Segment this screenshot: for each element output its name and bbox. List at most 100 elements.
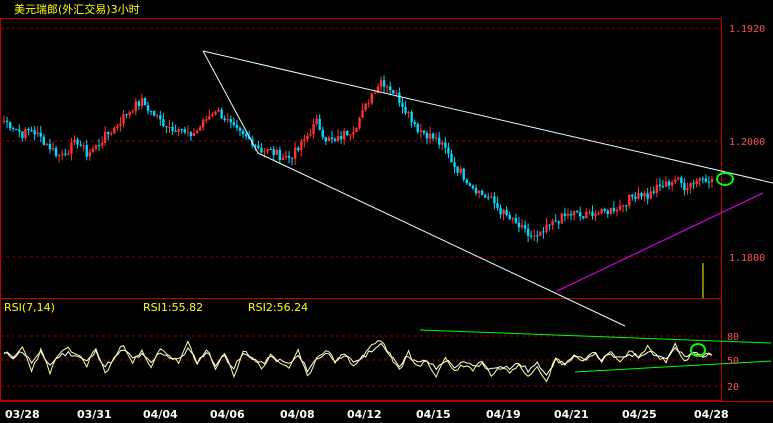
candle-down xyxy=(499,207,502,215)
rsi1-value-label: RSI1:55.82 xyxy=(143,301,203,314)
candle-up xyxy=(103,131,107,143)
upper-trendline xyxy=(202,50,773,184)
candle-up xyxy=(198,127,202,131)
candle-up xyxy=(91,148,95,153)
candle-up xyxy=(2,120,6,122)
candle-down xyxy=(8,122,12,129)
candle-down xyxy=(321,129,324,138)
candle-up xyxy=(293,147,297,159)
candle-up xyxy=(134,101,137,112)
candle-up xyxy=(361,110,364,118)
candle-up xyxy=(208,116,211,120)
candle-up xyxy=(306,135,309,140)
candle-up xyxy=(600,208,603,214)
candle-up xyxy=(428,133,432,139)
candle-down xyxy=(42,136,46,145)
candle-down xyxy=(487,197,490,199)
candle-up xyxy=(628,194,631,206)
candle-up xyxy=(70,142,73,154)
candle-down xyxy=(238,127,242,131)
candle-up xyxy=(689,183,692,188)
candle-down xyxy=(257,145,260,149)
rsi-panel-frame xyxy=(0,298,722,401)
candle-down xyxy=(453,162,456,167)
rsi-lower-trendline xyxy=(574,360,772,373)
lower-trendline xyxy=(257,152,626,327)
candle-up xyxy=(205,119,208,121)
candle-up xyxy=(560,213,564,224)
candle-up xyxy=(116,125,119,128)
candle-down xyxy=(76,139,79,145)
candle-up xyxy=(57,154,61,156)
candle-up xyxy=(551,220,554,226)
candle-up xyxy=(177,129,180,132)
candle-down xyxy=(634,196,637,199)
candle-up xyxy=(594,213,597,216)
candle-down xyxy=(54,148,58,156)
candle-down xyxy=(18,129,21,132)
candle-down xyxy=(517,222,521,228)
candle-down xyxy=(287,155,291,158)
candle-down xyxy=(474,188,478,194)
candle-down xyxy=(425,132,429,139)
candle-up xyxy=(502,209,505,215)
rsi2-value-label: RSI2:56.24 xyxy=(248,301,308,314)
candle-down xyxy=(526,228,530,236)
candle-down xyxy=(704,178,708,182)
candle-up xyxy=(315,118,318,124)
candle-down xyxy=(465,179,469,184)
candle-down xyxy=(260,148,263,153)
candle-down xyxy=(536,235,539,237)
candle-down xyxy=(431,133,435,139)
price-label-2000: 1.2000 xyxy=(729,137,765,148)
candle-up xyxy=(490,196,493,198)
date-label: 03/31 xyxy=(77,408,112,421)
candle-down xyxy=(680,177,683,184)
candle-up xyxy=(677,177,680,180)
candle-down xyxy=(692,183,695,185)
candle-up xyxy=(45,143,49,145)
price-highlight-marker xyxy=(716,172,734,186)
candles-group xyxy=(2,75,714,243)
candle-up xyxy=(312,123,315,135)
candle-down xyxy=(401,102,404,107)
date-label: 04/25 xyxy=(622,408,657,421)
candle-down xyxy=(579,212,582,217)
candle-down xyxy=(548,224,551,226)
candle-up xyxy=(367,103,370,105)
candle-up xyxy=(217,109,220,112)
candle-down xyxy=(523,225,527,229)
candle-down xyxy=(272,149,275,155)
candle-up xyxy=(459,168,462,173)
candle-up xyxy=(73,139,76,143)
candle-up xyxy=(195,130,199,134)
candle-down xyxy=(15,128,18,130)
candle-up xyxy=(352,132,355,135)
candle-up xyxy=(100,142,104,146)
candle-up xyxy=(643,193,646,197)
candle-down xyxy=(542,231,545,233)
candle-down xyxy=(21,131,24,138)
candle-down xyxy=(658,184,662,187)
date-label: 04/06 xyxy=(210,408,245,421)
candle-down xyxy=(416,124,419,132)
candle-up xyxy=(664,181,668,187)
candle-up xyxy=(597,213,600,215)
candle-up xyxy=(355,127,358,133)
candle-up xyxy=(572,211,576,216)
candle-down xyxy=(683,183,686,191)
candle-down xyxy=(97,145,101,147)
date-label: 04/08 xyxy=(280,408,315,421)
candle-up xyxy=(364,103,367,111)
candle-up xyxy=(226,119,229,121)
candle-down xyxy=(125,114,128,116)
candle-down xyxy=(413,122,416,125)
candle-down xyxy=(612,207,616,212)
candle-up xyxy=(131,111,134,113)
candle-up xyxy=(281,157,285,161)
candle-up xyxy=(214,111,217,115)
candle-down xyxy=(229,119,233,123)
rsi1-line xyxy=(3,340,713,383)
candle-up xyxy=(585,212,588,219)
candle-down xyxy=(624,205,628,207)
